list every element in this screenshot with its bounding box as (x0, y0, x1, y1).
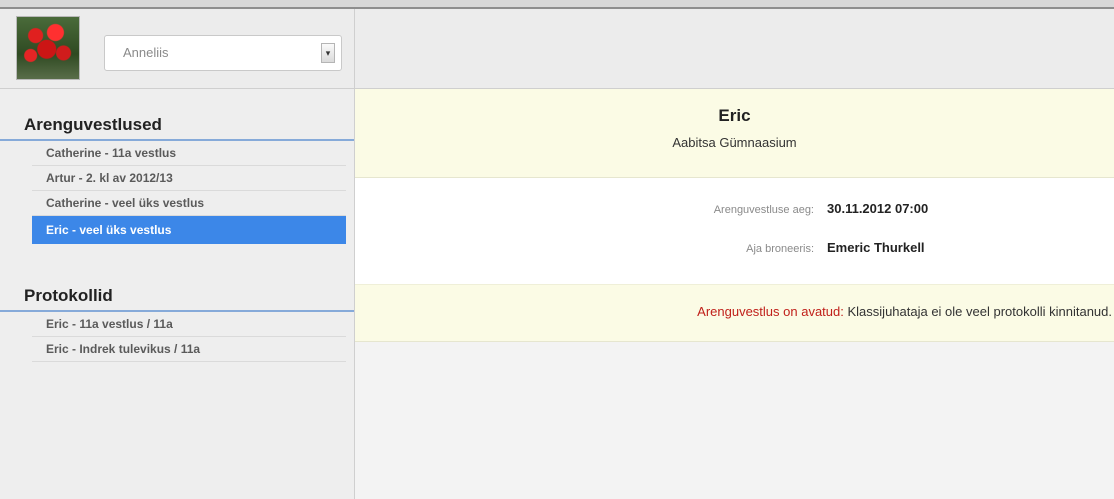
student-banner: Eric Aabitsa Gümnaasium (355, 89, 1114, 178)
status-bar: Arenguvestlus on avatud: Klassijuhataja … (355, 284, 1114, 342)
sidebar-item-eric-indrek[interactable]: Eric - Indrek tulevikus / 11a (32, 337, 346, 362)
protokollid-list: Eric - 11a vestlus / 11a Eric - Indrek t… (0, 312, 354, 362)
sidebar-item-catherine-11a[interactable]: Catherine - 11a vestlus (32, 141, 346, 166)
detail-value-booked-by: Emeric Thurkell (827, 240, 925, 255)
sidebar: Anneliis ▾ Arenguvestlused Catherine - 1… (0, 9, 355, 499)
app-window: Anneliis ▾ Arenguvestlused Catherine - 1… (0, 0, 1114, 499)
main-toolbar (355, 9, 1114, 89)
detail-label-booked-by: Aja broneeris: (746, 243, 814, 255)
sidebar-item-eric-veel-active[interactable]: Eric - veel üks vestlus (32, 216, 346, 244)
avatar[interactable] (16, 16, 80, 80)
status-label: Arenguvestlus on avatud: (697, 304, 844, 319)
sidebar-header: Anneliis ▾ (0, 9, 354, 89)
chevron-down-icon[interactable]: ▾ (321, 43, 335, 63)
detail-value-time: 30.11.2012 07:00 (827, 201, 929, 216)
detail-row-time: Arenguvestluse aeg: 30.11.2012 07:00 (355, 200, 1114, 222)
section-title-protokollid: Protokollid (0, 272, 354, 312)
detail-row-booked-by: Aja broneeris: Emeric Thurkell (355, 239, 1114, 261)
student-name: Eric (718, 106, 751, 125)
main-content: Eric Aabitsa Gümnaasium Arenguvestluse a… (355, 9, 1114, 499)
user-select-value: Anneliis (123, 45, 169, 60)
user-select-dropdown[interactable]: Anneliis ▾ (104, 35, 342, 71)
section-title-arenguvestlused: Arenguvestlused (0, 101, 354, 141)
sidebar-item-eric-11a[interactable]: Eric - 11a vestlus / 11a (32, 312, 346, 337)
status-message: Klassijuhataja ei ole veel protokolli ki… (847, 304, 1113, 319)
arenguvestlused-list: Catherine - 11a vestlus Artur - 2. kl av… (0, 141, 354, 244)
detail-label-time: Arenguvestluse aeg: (713, 204, 814, 216)
status-text: Arenguvestlus on avatud: Klassijuhataja … (697, 304, 1112, 319)
sidebar-item-artur-2kl[interactable]: Artur - 2. kl av 2012/13 (32, 166, 346, 191)
school-name: Aabitsa Gümnaasium (672, 135, 797, 150)
top-border (0, 0, 1114, 9)
sidebar-item-catherine-veel[interactable]: Catherine - veel üks vestlus (32, 191, 346, 216)
meeting-details: Arenguvestluse aeg: 30.11.2012 07:00 Aja… (355, 178, 1114, 284)
